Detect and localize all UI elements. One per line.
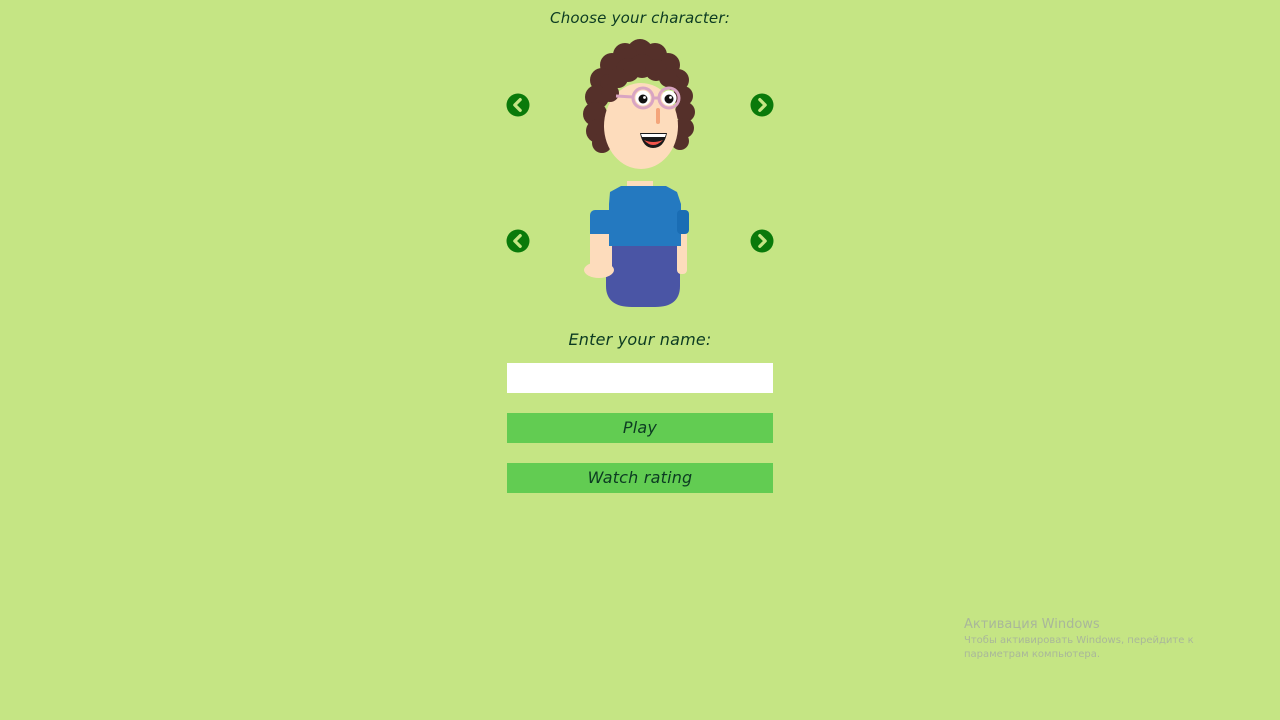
head-prev-button[interactable] — [506, 93, 530, 117]
head-next-button[interactable] — [750, 93, 774, 117]
chevron-right-circle-icon — [750, 93, 774, 117]
watch-rating-button[interactable]: Watch rating — [507, 463, 773, 493]
watermark-title: Активация Windows — [964, 617, 1100, 632]
chevron-left-circle-icon — [506, 229, 530, 253]
chevron-left-circle-icon — [506, 93, 530, 117]
play-button[interactable]: Play — [507, 413, 773, 443]
body-prev-button[interactable] — [506, 229, 530, 253]
body-next-button[interactable] — [750, 229, 774, 253]
chevron-right-circle-icon — [750, 229, 774, 253]
name-label: Enter your name: — [568, 330, 712, 349]
name-input[interactable] — [507, 363, 773, 393]
watermark-subtitle: Чтобы активировать Windows, перейдите к … — [964, 635, 1194, 660]
windows-activation-watermark: Активация Windows Чтобы активировать Win… — [964, 617, 1254, 662]
character-body-image — [584, 181, 689, 307]
choose-character-title: Choose your character: — [550, 9, 730, 27]
character-head-image — [583, 39, 695, 169]
